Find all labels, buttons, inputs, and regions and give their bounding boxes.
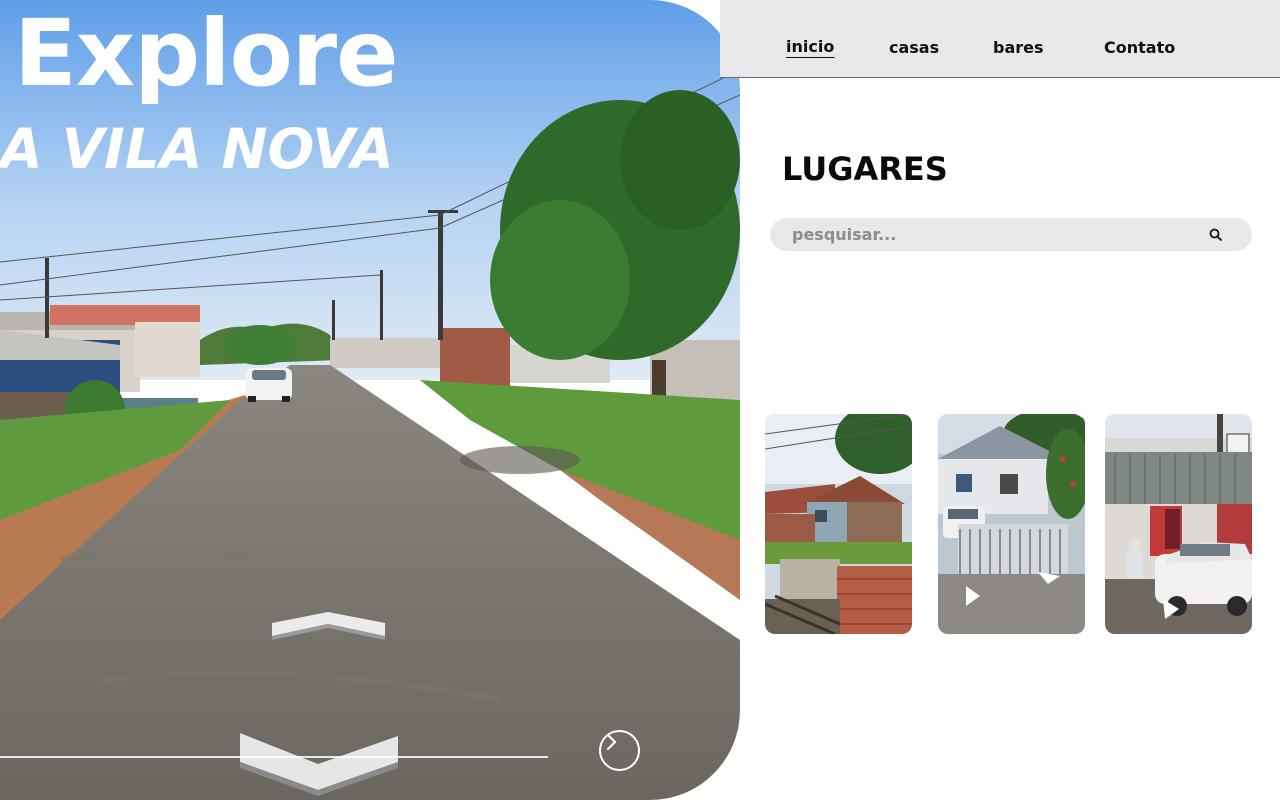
search-button[interactable]: [1207, 226, 1225, 244]
nav-link-bares[interactable]: bares: [993, 38, 1044, 57]
nav-link-inicio[interactable]: inicio: [786, 37, 834, 56]
page-title: LUGARES: [782, 150, 948, 188]
next-button[interactable]: [599, 730, 640, 771]
nav-link-casas[interactable]: casas: [889, 38, 939, 57]
place-thumbnail-2[interactable]: [938, 414, 1085, 634]
place-thumbnail-image: [938, 414, 1085, 634]
place-thumbnail-3[interactable]: [1105, 414, 1252, 634]
hero-divider: [0, 756, 548, 758]
search-bar: [770, 218, 1252, 251]
search-icon: [1209, 228, 1222, 241]
hero-subtitle: A VILA NOVA: [0, 117, 394, 181]
place-thumbnail-image: [765, 414, 912, 634]
hero-street-view[interactable]: Explore A VILA NOVA: [0, 0, 740, 800]
top-navigation: inicio casas bares Contato: [720, 0, 1280, 78]
hero-title: Explore: [14, 0, 399, 107]
nav-link-contato[interactable]: Contato: [1104, 38, 1175, 57]
search-input[interactable]: [792, 218, 1192, 251]
place-thumbnail-1[interactable]: [765, 414, 912, 634]
place-thumbnail-image: [1105, 414, 1252, 634]
chevron-right-icon: [606, 733, 617, 751]
